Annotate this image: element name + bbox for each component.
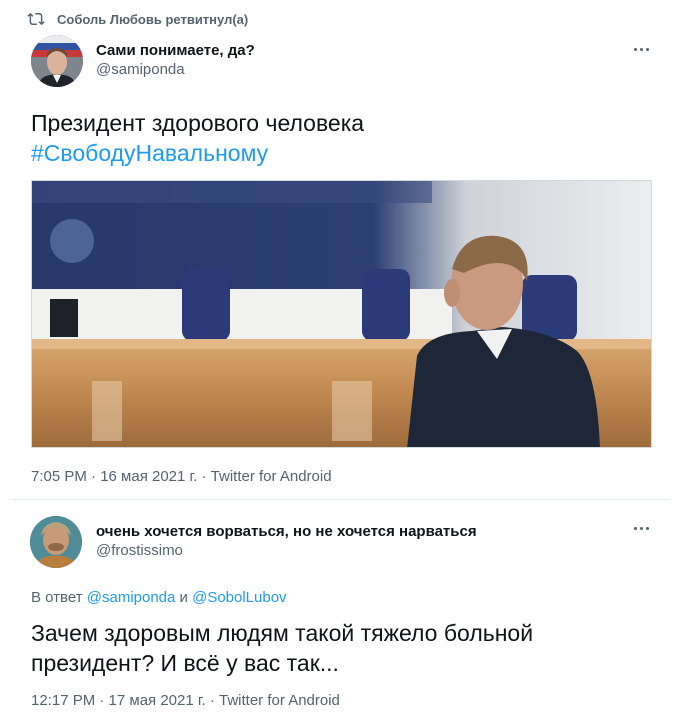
tweet-text: Президент здорового человека #СвободуНав… [31, 108, 651, 168]
tweet-card-reply[interactable]: очень хочется ворваться, но не хочется н… [12, 500, 670, 723]
tweet-text: Зачем здоровым людям такой тяжело больно… [31, 618, 651, 678]
tweet-text-line: Зачем здоровым людям такой тяжело больно… [31, 620, 534, 646]
tweet-text-line: президент? И всё у вас так... [31, 650, 339, 676]
mention-link[interactable]: @samiponda [87, 589, 176, 606]
user-handle[interactable]: @samiponda [96, 60, 255, 80]
tweet-timestamp[interactable]: 12:17 PM · 17 мая 2021 г. · Twitter for … [31, 692, 340, 709]
retweet-icon [27, 12, 45, 26]
dot-icon [639, 47, 643, 51]
dot-icon [645, 526, 649, 530]
tweet-card-main[interactable]: Сами понимаете, да? @samiponda Президент… [12, 30, 670, 500]
tweet-timestamp[interactable]: 7:05 PM · 16 мая 2021 г. · Twitter for A… [31, 468, 332, 485]
tweet-author[interactable]: Сами понимаете, да? @samiponda [96, 41, 255, 80]
avatar[interactable] [30, 516, 82, 568]
user-handle[interactable]: @frostissimo [96, 541, 477, 561]
hashtag-link[interactable]: #СвободуНавальному [31, 138, 651, 168]
mention-link[interactable]: @SobolLubov [192, 589, 286, 606]
tweet-text-line: Президент здорового человека [31, 110, 365, 136]
retweet-label: Соболь Любовь ретвитнул(а) [57, 11, 249, 27]
reply-context: В ответ @samiponda и @SobolLubov [31, 589, 287, 606]
dot-icon [633, 47, 637, 51]
reply-conjunction: и [179, 589, 188, 606]
avatar-image [30, 516, 82, 568]
avatar[interactable] [31, 35, 83, 87]
reply-prefix: В ответ [31, 589, 83, 606]
dot-icon [639, 526, 643, 530]
retweet-header[interactable]: Соболь Любовь ретвитнул(а) [27, 8, 248, 30]
dot-icon [645, 47, 649, 51]
display-name[interactable]: очень хочется ворваться, но не хочется н… [96, 522, 477, 541]
avatar-image [31, 35, 83, 87]
more-options-button[interactable] [630, 38, 652, 60]
photo-image [32, 181, 651, 447]
tweet-photo[interactable] [31, 180, 652, 448]
tweet-author[interactable]: очень хочется ворваться, но не хочется н… [96, 522, 477, 561]
display-name[interactable]: Сами понимаете, да? [96, 41, 255, 60]
more-options-button[interactable] [630, 517, 652, 539]
dot-icon [633, 526, 637, 530]
